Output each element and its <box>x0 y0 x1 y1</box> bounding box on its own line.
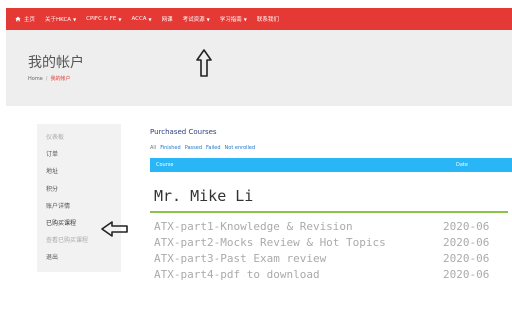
nav-item-label: 联系我们 <box>256 17 279 23</box>
course-title[interactable]: ATX-part4-pdf to download <box>154 268 320 281</box>
nav-item-about[interactable]: 关于HKCA ▼ <box>45 15 77 24</box>
course-table-header: Course Date <box>150 158 512 172</box>
nav-item-contact[interactable]: 联系我们 <box>257 15 279 23</box>
nav-item-home[interactable]: 主页 <box>15 15 35 23</box>
course-date: 2020-06 <box>443 268 490 281</box>
table-row[interactable]: ATX-part2-Mocks Review & Hot Topics 2020… <box>154 236 512 252</box>
filter-all[interactable]: All <box>150 145 156 151</box>
filter-passed[interactable]: Passed <box>185 145 202 151</box>
breadcrumb: Home / 我的帐户 <box>28 75 70 82</box>
nav-item-label: ACCA <box>131 16 147 22</box>
chevron-down-icon: ▼ <box>206 16 210 22</box>
course-title[interactable]: ATX-part1-Knowledge & Revision <box>154 220 353 233</box>
filter-not-enrolled[interactable]: Not enrolled <box>225 145 256 151</box>
chevron-down-icon: ▼ <box>243 16 247 22</box>
breadcrumb-current: 我的帐户 <box>50 76 71 82</box>
course-date: 2020-06 <box>443 236 490 249</box>
breadcrumb-separator: / <box>45 76 48 82</box>
sidebar-item-logout[interactable]: 退出 <box>37 249 121 266</box>
main-content: Purchased Courses All Finished Passed Fa… <box>150 128 512 281</box>
nav-item-online-courses[interactable]: 网课 <box>162 15 173 23</box>
nav-item-label: 主页 <box>24 17 36 23</box>
student-name: Mr. Mike Li <box>154 187 254 205</box>
nav-item-label: CPIFC & FE <box>86 16 117 22</box>
nav-item-cpifc[interactable]: CPIFC & FE ▼ <box>86 16 121 22</box>
nav-item-label: 考试资源 <box>182 17 205 23</box>
arrow-left-icon <box>101 221 128 237</box>
course-date: 2020-06 <box>443 252 490 265</box>
sidebar-item-account-details[interactable]: 账户详情 <box>37 198 121 215</box>
filter-finished[interactable]: Finished <box>160 145 180 151</box>
filter-failed[interactable]: Failed <box>206 145 221 151</box>
course-title[interactable]: ATX-part3-Past Exam review <box>154 252 326 265</box>
nav-item-label: 学习指南 <box>219 17 242 23</box>
course-list: ATX-part1-Knowledge & Revision 2020-06 A… <box>154 220 512 284</box>
chevron-down-icon: ▼ <box>73 16 77 22</box>
top-navigation-bar: 主页 关于HKCA ▼ CPIFC & FE ▼ ACCA ▼ 网课 考试资源 ▼ 学习… <box>6 8 512 30</box>
nav-item-exam-resources[interactable]: 考试资源 ▼ <box>182 15 210 24</box>
divider <box>150 211 508 213</box>
course-date: 2020-06 <box>443 220 490 233</box>
nav-item-label: 网课 <box>161 17 173 23</box>
page-title: 我的帐户 <box>28 55 84 71</box>
nav-item-acca[interactable]: ACCA ▼ <box>131 16 151 22</box>
page: 主页 关于HKCA ▼ CPIFC & FE ▼ ACCA ▼ 网课 考试资源 ▼ 学习… <box>0 0 512 309</box>
arrow-up-icon <box>196 49 212 77</box>
chevron-down-icon: ▼ <box>118 16 122 22</box>
sidebar-item-dashboard[interactable]: 仪表板 <box>37 129 121 146</box>
account-sidebar: 仪表板 订单 地址 积分 账户详情 已购买课程 查看已购买课程 退出 <box>37 124 121 272</box>
sidebar-item-points[interactable]: 积分 <box>37 181 121 198</box>
column-header-course: Course <box>156 162 174 168</box>
column-header-date: Date <box>456 162 468 168</box>
nav-item-label: 关于HKCA <box>45 17 72 23</box>
sidebar-item-orders[interactable]: 订单 <box>37 146 121 163</box>
course-filters: All Finished Passed Failed Not enrolled <box>150 145 512 151</box>
breadcrumb-home-link[interactable]: Home <box>28 76 43 82</box>
chevron-down-icon: ▼ <box>148 16 152 22</box>
course-title[interactable]: ATX-part2-Mocks Review & Hot Topics <box>154 236 386 249</box>
table-row[interactable]: ATX-part4-pdf to download 2020-06 <box>154 268 512 284</box>
table-row[interactable]: ATX-part3-Past Exam review 2020-06 <box>154 252 512 268</box>
section-title: Purchased Courses <box>150 128 217 136</box>
sidebar-item-addresses[interactable]: 地址 <box>37 163 121 180</box>
nav-item-study-guide[interactable]: 学习指南 ▼ <box>219 15 247 24</box>
table-row[interactable]: ATX-part1-Knowledge & Revision 2020-06 <box>154 220 512 236</box>
home-icon <box>15 16 21 22</box>
